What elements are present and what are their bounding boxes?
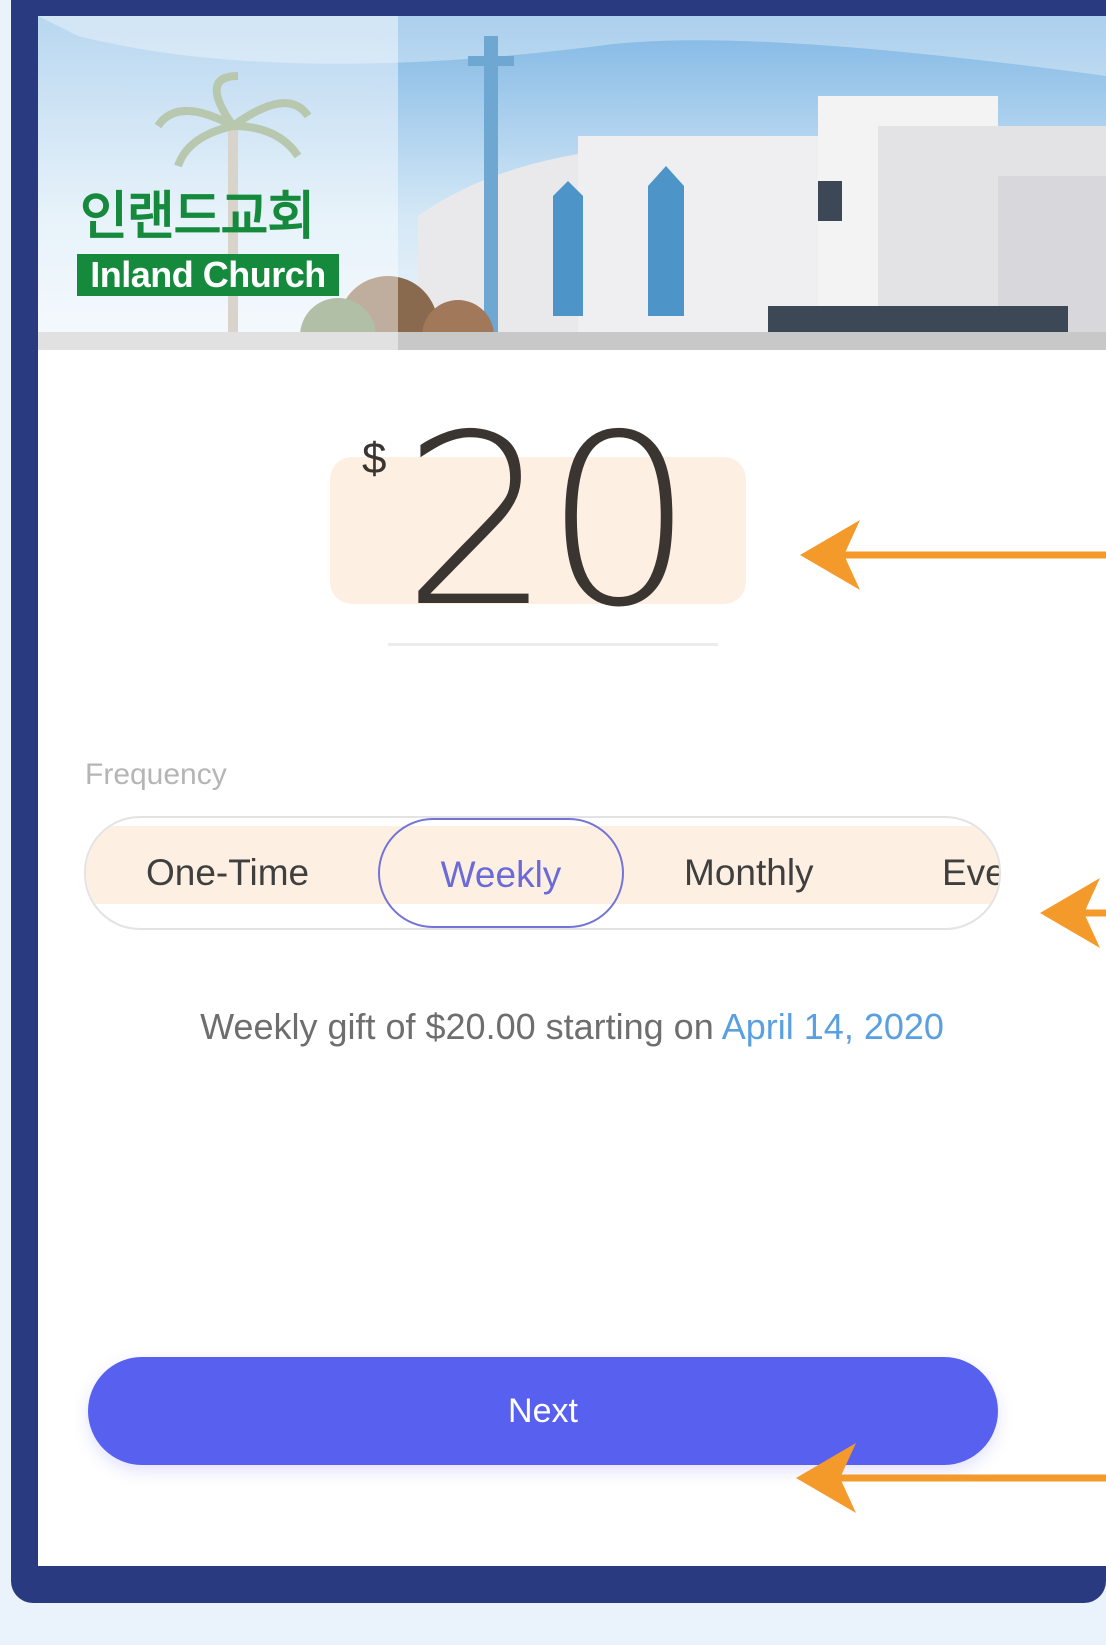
gift-summary-text: Weekly gift of $20.00 starting on xyxy=(200,1006,722,1047)
logo-korean: 인랜드교회 xyxy=(80,187,315,247)
arrow-left-icon xyxy=(796,1443,1106,1513)
amount-underline xyxy=(388,643,718,646)
amount-input[interactable]: 20 xyxy=(402,404,694,640)
start-date-link[interactable]: April 14, 2020 xyxy=(722,1006,944,1047)
gift-summary: Weekly gift of $20.00 starting on April … xyxy=(38,1006,1106,1048)
arrow-left-icon xyxy=(1040,878,1106,948)
frequency-label: Frequency xyxy=(85,758,227,791)
arrow-left-icon xyxy=(800,520,1106,590)
frequency-option-weekly[interactable]: Weekly xyxy=(378,818,624,928)
church-hero-image: 인랜드교회 Inland Church xyxy=(38,16,1106,350)
logo-english: Inland Church xyxy=(77,254,339,296)
giving-screen: 인랜드교회 Inland Church $ 20 Frequency One-T… xyxy=(38,16,1106,1566)
currency-symbol: $ xyxy=(362,434,387,483)
frequency-option-one-time[interactable]: One-Time xyxy=(146,818,309,928)
frequency-option-every[interactable]: Eve xyxy=(942,818,999,928)
frequency-option-monthly[interactable]: Monthly xyxy=(684,818,814,928)
frequency-selector: One-Time Weekly Monthly Eve xyxy=(84,816,1001,930)
